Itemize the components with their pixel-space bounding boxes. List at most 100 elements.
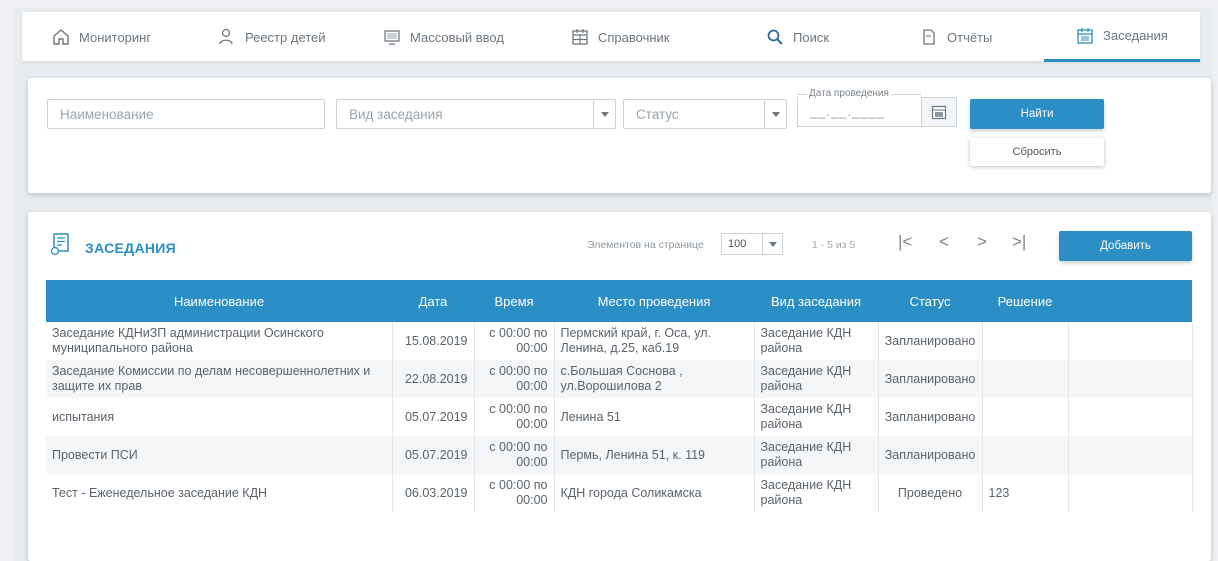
nav-item-monitoring[interactable]: Мониторинг — [52, 12, 151, 62]
home-icon — [53, 29, 69, 45]
cell-status: Запланировано — [878, 436, 983, 474]
first-page-icon[interactable]: |< — [898, 232, 912, 252]
cell-type: Заседание КДН района — [754, 474, 879, 512]
column-header[interactable]: Наименование — [46, 280, 392, 322]
cell-time: с 00:00 по 00:00 — [474, 474, 555, 512]
column-header[interactable]: Вид заседания — [754, 280, 878, 322]
nav-item-label: Поиск — [793, 29, 830, 45]
prev-page-icon[interactable]: < — [939, 232, 949, 252]
name-filter-placeholder: Наименование — [60, 106, 154, 122]
calendar-grid-icon — [572, 29, 588, 45]
calendar-icon — [1077, 27, 1093, 44]
cell-status: Проведено — [878, 474, 983, 512]
nav-item-label: Справочник — [598, 29, 670, 45]
cell-type: Заседание КДН района — [754, 360, 879, 398]
reset-button[interactable]: Сбросить — [970, 138, 1104, 166]
cell-type: Заседание КДН района — [754, 436, 879, 474]
status-placeholder: Статус — [636, 106, 679, 122]
cell-decision — [982, 398, 1069, 436]
cell-type: Заседание КДН района — [754, 322, 879, 360]
per-page-select[interactable]: 100 — [721, 233, 783, 255]
cell-name: Провести ПСИ — [46, 436, 393, 474]
nav-item-meetings[interactable]: Заседания — [1044, 12, 1200, 62]
table-row[interactable]: Тест - Еженедельное заседание КДН 06.03.… — [46, 474, 1193, 512]
date-picker-button[interactable] — [921, 97, 957, 127]
cell-empty — [1068, 322, 1193, 360]
chevron-down-icon[interactable] — [764, 100, 786, 128]
next-page-icon[interactable]: > — [977, 232, 987, 252]
cell-date: 22.08.2019 — [392, 360, 475, 398]
meeting-type-placeholder: Вид заседания — [349, 106, 443, 122]
monitor-icon — [384, 30, 400, 45]
cell-empty — [1068, 436, 1193, 474]
cell-date: 06.03.2019 — [392, 474, 475, 512]
date-input[interactable]: __.__.____ — [797, 97, 921, 127]
nav-item-label: Отчёты — [947, 29, 993, 45]
cell-place: Пермский край, г. Оса, ул. Ленина, д.25,… — [554, 322, 755, 360]
column-header-empty — [1068, 280, 1192, 322]
cell-name: Заседание КДНиЗП администрации Осинского… — [46, 322, 393, 360]
nav-item-label: Массовый ввод — [410, 29, 504, 45]
page-title: ЗАСЕДАНИЯ — [85, 240, 176, 256]
cell-date: 05.07.2019 — [392, 436, 475, 474]
cell-empty — [1068, 398, 1193, 436]
cell-name: Тест - Еженедельное заседание КДН — [46, 474, 393, 512]
cell-status: Запланировано — [878, 322, 983, 360]
column-header[interactable]: Решение — [982, 280, 1068, 322]
table-row[interactable]: Провести ПСИ 05.07.2019 с 00:00 по 00:00… — [46, 436, 1193, 474]
meeting-type-select[interactable]: Вид заседания — [336, 99, 616, 129]
cell-decision — [982, 436, 1069, 474]
last-page-icon[interactable]: >| — [1012, 232, 1026, 252]
nav-item-mass-input[interactable]: Массовый ввод — [383, 12, 504, 62]
cell-place: КДН города Соликамска — [554, 474, 755, 512]
cell-place: Ленина 51 — [554, 398, 755, 436]
status-select[interactable]: Статус — [623, 99, 787, 129]
cell-empty — [1068, 360, 1193, 398]
date-filter: Дата проведения __.__.____ — [797, 88, 960, 130]
table-row[interactable]: испытания 05.07.2019 с 00:00 по 00:00 Ле… — [46, 398, 1193, 436]
people-icon — [219, 28, 233, 45]
cell-decision: 123 — [982, 474, 1069, 512]
calendar-icon — [931, 105, 947, 120]
cell-decision — [982, 322, 1069, 360]
chevron-down-icon[interactable] — [762, 234, 782, 254]
meetings-icon — [50, 232, 72, 261]
meetings-table: Наименование Дата Время Место проведения… — [46, 280, 1193, 512]
cell-time: с 00:00 по 00:00 — [474, 360, 555, 398]
find-button[interactable]: Найти — [970, 99, 1104, 129]
cell-type: Заседание КДН района — [754, 398, 879, 436]
cell-empty — [1068, 474, 1193, 512]
chevron-down-icon[interactable] — [593, 100, 615, 128]
cell-date: 15.08.2019 — [392, 322, 475, 360]
cell-name: испытания — [46, 398, 393, 436]
per-page-value: 100 — [728, 238, 747, 250]
table-row[interactable]: Заседание Комиссии по делам несовершенно… — [46, 360, 1193, 398]
document-icon — [923, 29, 935, 45]
cell-status: Запланировано — [878, 360, 983, 398]
per-page-label: Элементов на странице — [587, 239, 704, 251]
top-nav: Мониторинг Реестр детей Массовый ввод Сп… — [22, 12, 1200, 62]
name-filter-input[interactable]: Наименование — [47, 99, 325, 129]
column-header[interactable]: Время — [474, 280, 554, 322]
cell-place: Пермь, Ленина 51, к. 119 — [554, 436, 755, 474]
nav-item-reference[interactable]: Справочник — [571, 12, 670, 62]
cell-status: Запланировано — [878, 398, 983, 436]
nav-item-search[interactable]: Поиск — [766, 12, 829, 62]
table-row[interactable]: Заседание КДНиЗП администрации Осинского… — [46, 322, 1193, 360]
nav-item-reports[interactable]: Отчёты — [920, 12, 992, 62]
filter-panel — [28, 78, 1211, 193]
add-button[interactable]: Добавить — [1059, 231, 1192, 261]
nav-item-label: Реестр детей — [245, 29, 326, 45]
column-header[interactable]: Место проведения — [554, 280, 754, 322]
cell-time: с 00:00 по 00:00 — [474, 398, 555, 436]
column-header[interactable]: Статус — [878, 280, 982, 322]
column-header[interactable]: Дата — [392, 280, 474, 322]
table-header-row: Наименование Дата Время Место проведения… — [46, 280, 1192, 322]
search-icon — [767, 29, 783, 45]
pagination-range: 1 - 5 из 5 — [812, 239, 856, 251]
cell-time: с 00:00 по 00:00 — [474, 322, 555, 360]
cell-place: с.Большая Соснова , ул.Ворошилова 2 — [554, 360, 755, 398]
nav-item-label: Заседания — [1103, 28, 1168, 43]
nav-item-children-registry[interactable]: Реестр детей — [218, 12, 326, 62]
cell-name: Заседание Комиссии по делам несовершенно… — [46, 360, 393, 398]
